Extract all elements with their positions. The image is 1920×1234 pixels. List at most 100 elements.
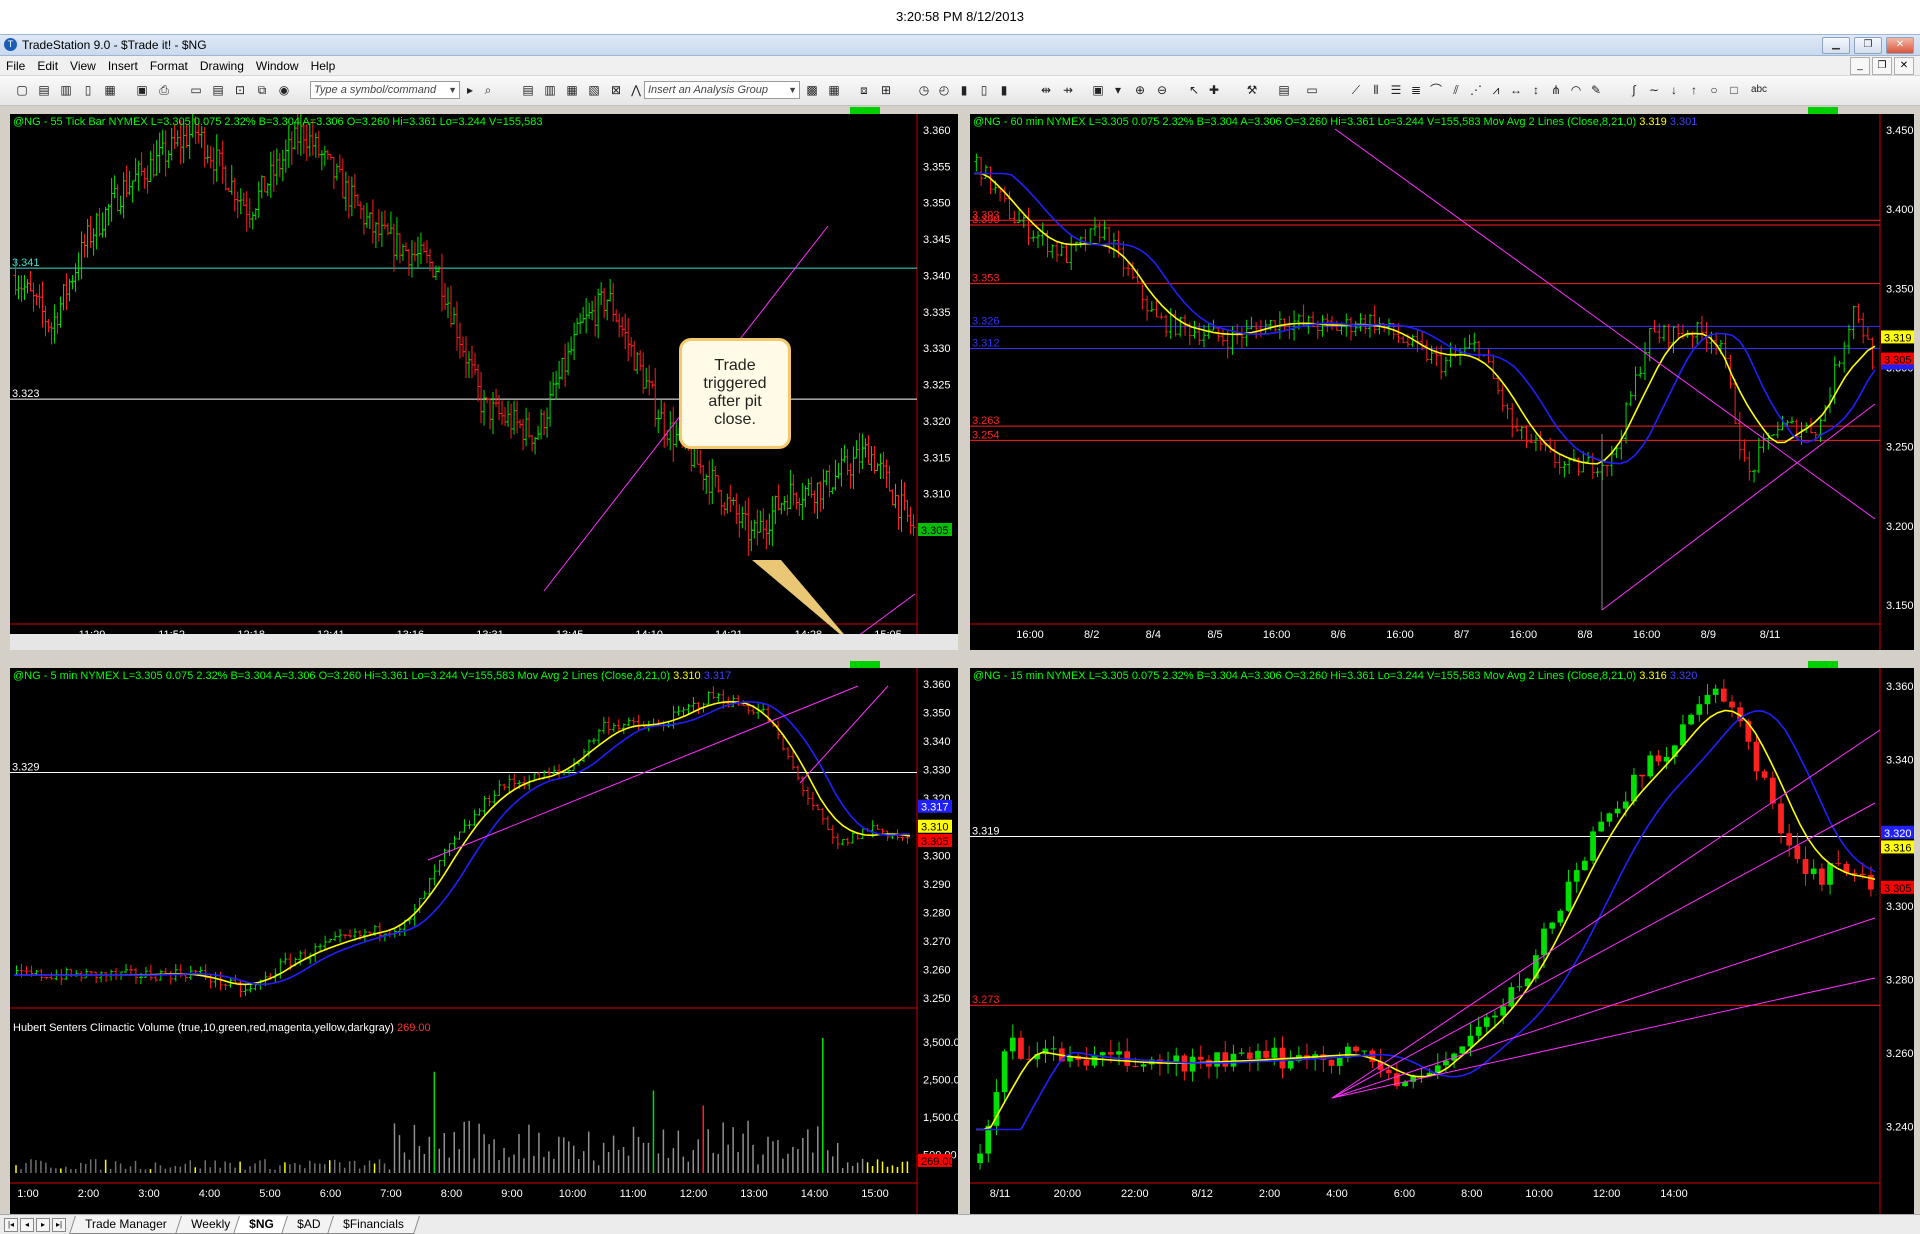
new-icon[interactable]: ▢ [14, 82, 30, 98]
print-icon[interactable]: ⎙ [156, 82, 172, 98]
menu-file[interactable]: File [0, 56, 31, 76]
menu-view[interactable]: View [64, 56, 102, 76]
stopwatch-icon[interactable]: ◴ [936, 82, 952, 98]
arrow-up-icon[interactable]: ↑ [1686, 82, 1702, 98]
gann-fan-icon[interactable]: ⋰ [1468, 82, 1484, 98]
zoom-in-icon[interactable]: ⊕ [1132, 82, 1148, 98]
candlestick-icon[interactable]: ▯ [976, 82, 992, 98]
chart-window-55-tick[interactable]: 3.360 3.355 3.350 3.345 3.340 3.335 3.330 3.325… [10, 107, 958, 650]
menu-edit[interactable]: Edit [31, 56, 64, 76]
curve-icon[interactable]: ∼ [1646, 82, 1662, 98]
magnify-search-icon[interactable]: ⌕ [480, 82, 496, 98]
menu-window[interactable]: Window [250, 56, 305, 76]
open-folder-icon[interactable]: ▤ [36, 82, 52, 98]
matrix-icon[interactable]: ▦ [564, 82, 580, 98]
maximize-button[interactable]: ❐ [1854, 37, 1882, 54]
ellipse-icon[interactable]: ○ [1706, 82, 1722, 98]
notes-icon[interactable]: ▭ [1304, 82, 1320, 98]
zoom-out-icon[interactable]: ⊖ [1154, 82, 1170, 98]
bar-spacing-icon[interactable]: ⇹ [1038, 82, 1054, 98]
vertical-arrow-icon[interactable]: ↕ [1528, 82, 1544, 98]
chart-analysis-icon[interactable]: ▤ [520, 82, 536, 98]
chart-15-min-svg[interactable]: 3.360 3.340 3.320 3.300 3.280 3.260 3.240 8/11 2… [970, 668, 1914, 1214]
link-icon[interactable]: ⧉ [254, 82, 270, 98]
lock-icon[interactable]: ⊡ [232, 82, 248, 98]
cross-pointer-icon[interactable]: ✚ [1206, 82, 1222, 98]
chart-window-60-min[interactable]: 3.4503.4003.3503.3003.2503.2003.15016:00… [970, 107, 1914, 650]
format-icon[interactable]: ⧈ [856, 82, 872, 98]
chart-window-5-min[interactable]: 3.3603.3503.3403.3303.3203.3103.3003.290… [10, 661, 958, 1214]
trendline [799, 685, 889, 784]
window-icon[interactable]: ▭ [188, 82, 204, 98]
vertical-lines-icon[interactable]: ⦀ [1368, 82, 1384, 98]
chart-60-min-svg[interactable]: 3.4503.4003.3503.3003.2503.2003.15016:00… [970, 114, 1914, 650]
text-icon[interactable]: abc [1748, 82, 1770, 98]
symbol-input[interactable]: Type a symbol/command ▼ [310, 81, 460, 99]
volume-header: Hubert Senters Climactic Volume (true,10… [13, 1022, 431, 1034]
andrews-pitchfork-icon[interactable]: ⋔ [1548, 82, 1564, 98]
pointer-icon[interactable]: ↖ [1186, 82, 1202, 98]
price-candle [1549, 922, 1556, 929]
grid-icon[interactable]: ▦ [826, 82, 842, 98]
chart-5-min-svg[interactable]: 3.3603.3503.3403.3303.3203.3103.3003.290… [10, 668, 958, 1214]
indicator-icon[interactable]: ▧ [586, 82, 602, 98]
chevron-down-icon[interactable]: ▼ [448, 82, 457, 98]
chevron-down-icon[interactable]: ▼ [788, 82, 797, 98]
horizontal-arrow-icon[interactable]: ↔ [1508, 82, 1524, 98]
mdi-restore-button[interactable]: ❐ [1872, 57, 1892, 75]
open-workspace-icon[interactable]: ▥ [58, 82, 74, 98]
menu-insert[interactable]: Insert [102, 56, 144, 76]
arrow-down-icon[interactable]: ↓ [1666, 82, 1682, 98]
data-window-icon[interactable]: ⊞ [878, 82, 894, 98]
chart-trading-icon[interactable]: ▤ [1276, 82, 1292, 98]
price-candle [1655, 755, 1662, 762]
rectangle-icon[interactable]: □ [1726, 82, 1742, 98]
new-document-icon[interactable]: ▯ [80, 82, 96, 98]
close-button[interactable]: ✕ [1886, 37, 1914, 54]
dropdown-icon[interactable]: ▾ [1110, 82, 1126, 98]
first-tab-icon[interactable]: |◂ [4, 1218, 18, 1232]
folder-icon[interactable]: ▦ [102, 82, 118, 98]
menu-format[interactable]: Format [144, 56, 194, 76]
menu-help[interactable]: Help [305, 56, 342, 76]
freehand-icon[interactable]: ∫ [1626, 82, 1642, 98]
cycle-lines-icon[interactable]: ◠ [1568, 82, 1584, 98]
signal-icon[interactable]: ⋀ [628, 82, 644, 98]
save-icon[interactable]: ▣ [134, 82, 150, 98]
strategy-icon[interactable]: ⊠ [608, 82, 624, 98]
radarscreen-icon[interactable]: ▥ [542, 82, 558, 98]
analysis-settings-icon[interactable]: ▩ [804, 82, 820, 98]
price-candle [1475, 1026, 1482, 1036]
bar-chart-icon[interactable]: ▮ [956, 82, 972, 98]
last-tab-icon[interactable]: ▸| [52, 1218, 66, 1232]
pencil-icon[interactable]: ✎ [1588, 82, 1604, 98]
play-icon[interactable]: ▸ [462, 82, 478, 98]
market-depth-icon[interactable]: ▣ [1090, 82, 1106, 98]
arc-icon[interactable]: ⌒ [1428, 82, 1444, 98]
mdi-close-button[interactable]: ✕ [1894, 57, 1914, 75]
bar-shift-icon[interactable]: ⇸ [1060, 82, 1076, 98]
tab-trade-manager[interactable]: Trade Manager [69, 1216, 183, 1234]
minimize-button[interactable]: ▁ [1822, 37, 1850, 54]
analysis-group-input[interactable]: Insert an Analysis Group ▼ [644, 81, 800, 99]
candle-red-icon[interactable]: ▮ [996, 82, 1012, 98]
fibonacci-icon[interactable]: ≣ [1408, 82, 1424, 98]
mdi-minimize-button[interactable]: _ [1850, 57, 1870, 75]
alarm-clock-icon[interactable]: ◷ [916, 82, 932, 98]
menu-drawing[interactable]: Drawing [194, 56, 250, 76]
prev-tab-icon[interactable]: ◂ [20, 1218, 34, 1232]
system-clock: 3:20:58 PM 8/12/2013 [0, 0, 1920, 34]
hammer-icon[interactable]: ⚒ [1244, 82, 1260, 98]
tile-windows-icon[interactable]: ▤ [210, 82, 226, 98]
next-tab-icon[interactable]: ▸ [36, 1218, 50, 1232]
trendline-icon[interactable]: ⟋ [1348, 82, 1364, 98]
tab-financials[interactable]: $Financials [327, 1216, 420, 1234]
chart-window-15-min[interactable]: 3.360 3.340 3.320 3.300 3.280 3.260 3.240 8/11 2… [970, 661, 1914, 1214]
speed-lines-icon[interactable]: ⩘ [1488, 82, 1504, 98]
chart-55-tick-svg[interactable]: 3.360 3.355 3.350 3.345 3.340 3.335 3.330 3.325… [10, 114, 958, 650]
last-volume-label: 269.00 [921, 1156, 955, 1168]
horizontal-lines-icon[interactable]: ☰ [1388, 82, 1404, 98]
chart-header-text: @NG - 60 min NYMEX L=3.305 0.075 2.32% B… [973, 116, 1637, 128]
parallel-lines-icon[interactable]: ⫽ [1448, 82, 1464, 98]
globe-icon[interactable]: ◉ [276, 82, 292, 98]
